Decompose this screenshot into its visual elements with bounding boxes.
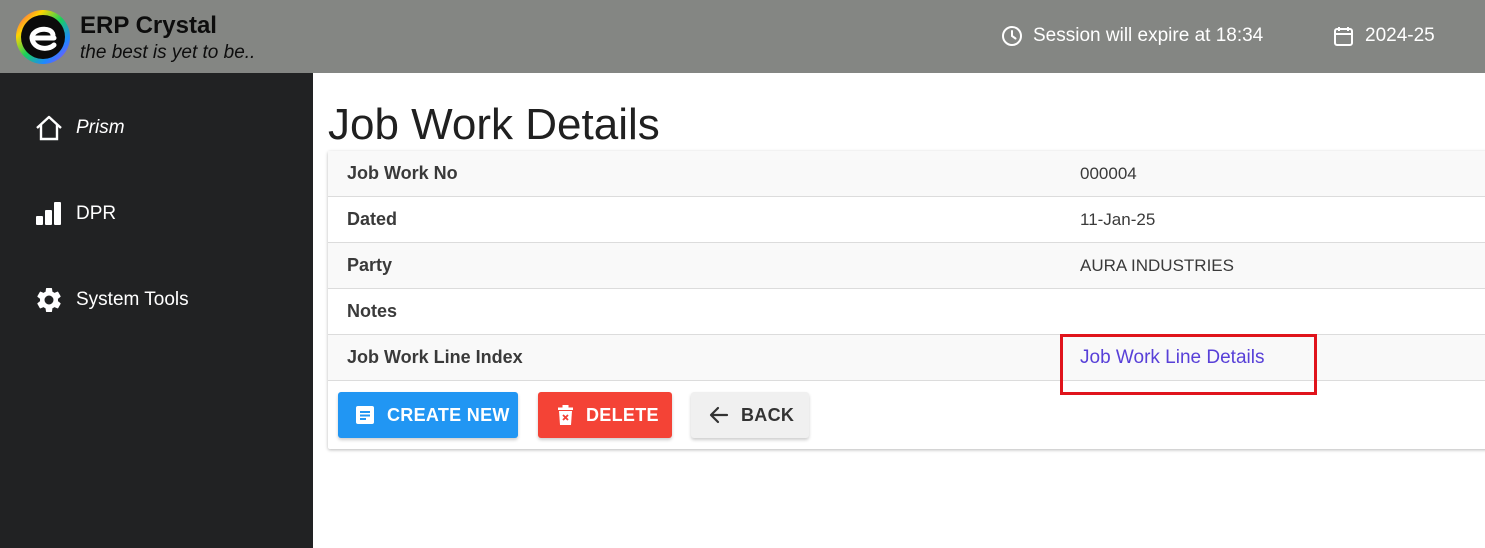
- bar-chart-icon: [36, 202, 61, 225]
- back-label: BACK: [741, 404, 795, 425]
- erp-crystal-logo[interactable]: [14, 8, 72, 66]
- arrow-left-icon: [709, 406, 729, 424]
- detail-row-job-work-no: Job Work No 000004: [328, 151, 1485, 197]
- row-label: Dated: [347, 209, 398, 229]
- row-label: Party: [347, 255, 393, 275]
- clock-icon: [1002, 26, 1022, 46]
- detail-row-notes: Notes: [328, 289, 1485, 335]
- gear-icon: [37, 287, 61, 312]
- row-label: Job Work Line Index: [347, 347, 523, 367]
- page-title: Job Work Details: [328, 100, 660, 149]
- sidebar-item-label: Prism: [76, 117, 125, 138]
- row-label: Notes: [347, 301, 398, 321]
- sidebar-item-prism[interactable]: Prism: [34, 114, 125, 142]
- detail-row-party: Party AURA INDUSTRIES: [328, 243, 1485, 289]
- row-label: Job Work No: [347, 163, 458, 183]
- session-expiry: Session will expire at 18:34: [1001, 25, 1263, 47]
- brand-tagline: the best is yet to be..: [80, 42, 256, 63]
- trash-icon: [558, 404, 573, 425]
- back-button[interactable]: BACK: [691, 392, 809, 438]
- row-value: 000004: [1080, 163, 1137, 183]
- fiscal-year[interactable]: 2024-25: [1333, 25, 1435, 47]
- delete-label: DELETE: [586, 404, 659, 425]
- brand-title: ERP Crystal: [80, 12, 217, 39]
- sidebar-item-dpr[interactable]: DPR: [34, 201, 116, 227]
- delete-button[interactable]: DELETE: [538, 392, 672, 438]
- top-bar: ERP Crystal the best is yet to be.. Sess…: [0, 0, 1485, 73]
- row-value: 11-Jan-25: [1080, 209, 1156, 229]
- sidebar-item-label: System Tools: [76, 289, 189, 310]
- sidebar-item-system-tools[interactable]: System Tools: [34, 285, 189, 315]
- fiscal-year-label: 2024-25: [1365, 25, 1435, 46]
- session-text: Session will expire at 18:34: [1033, 25, 1264, 46]
- create-new-label: CREATE NEW: [387, 404, 510, 425]
- sidebar-item-label: DPR: [76, 203, 117, 224]
- document-icon: [356, 406, 374, 424]
- create-new-button[interactable]: CREATE NEW: [338, 392, 518, 438]
- calendar-icon: [1334, 26, 1353, 46]
- row-value: AURA INDUSTRIES: [1080, 255, 1234, 275]
- highlight-box: [1060, 334, 1317, 395]
- sidebar: Prism DPR System Tools: [0, 73, 313, 548]
- home-icon: [36, 115, 62, 141]
- detail-row-dated: Dated 11-Jan-25: [328, 197, 1485, 243]
